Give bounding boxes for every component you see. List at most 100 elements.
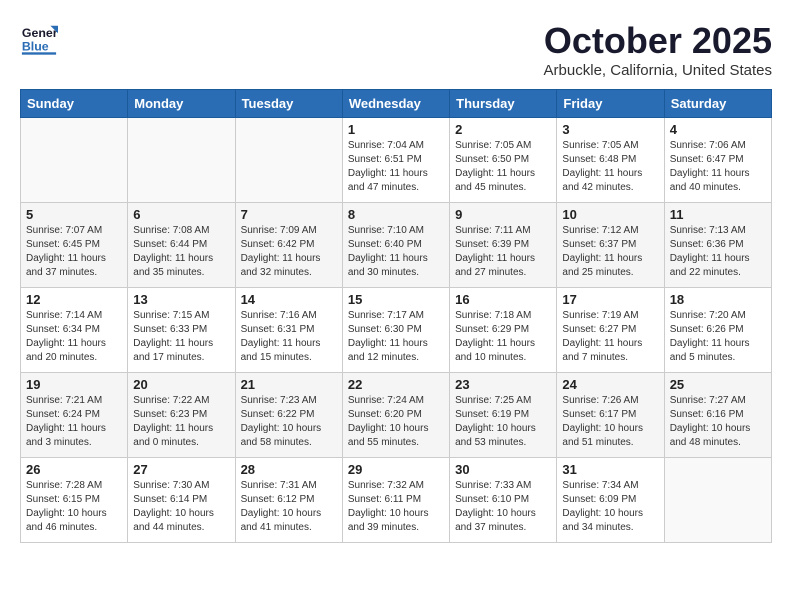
calendar-day-cell: 9 Sunrise: 7:11 AM Sunset: 6:39 PM Daylig… <box>450 203 557 288</box>
day-info: Sunrise: 7:32 AM Sunset: 6:11 PM Dayligh… <box>348 479 444 535</box>
day-info: Sunrise: 7:18 AM Sunset: 6:29 PM Dayligh… <box>455 309 551 365</box>
calendar-day-cell: 30 Sunrise: 7:33 AM Sunset: 6:10 PM Dayli… <box>450 458 557 543</box>
day-info: Sunrise: 7:22 AM Sunset: 6:23 PM Dayligh… <box>133 394 229 450</box>
location: Arbuckle, California, United States <box>544 62 772 79</box>
calendar-day-cell: 4 Sunrise: 7:06 AM Sunset: 6:47 PM Daylig… <box>664 118 771 203</box>
calendar-day-cell: 2Sunrise: 7:05 AM Sunset: 6:50 PM Daylig… <box>450 118 557 203</box>
day-info: Sunrise: 7:28 AM Sunset: 6:15 PM Dayligh… <box>26 479 122 535</box>
day-number: 19 <box>26 377 122 392</box>
calendar-header: General Blue October 2025 Arbuckle, Cali… <box>20 20 772 79</box>
month-title: October 2025 <box>544 20 772 62</box>
weekday-header: Sunday <box>21 90 128 118</box>
day-info: Sunrise: 7:33 AM Sunset: 6:10 PM Dayligh… <box>455 479 551 535</box>
day-number: 30 <box>455 462 551 477</box>
day-info: Sunrise: 7:06 AM Sunset: 6:47 PM Dayligh… <box>670 139 766 195</box>
day-info: Sunrise: 7:09 AM Sunset: 6:42 PM Dayligh… <box>241 224 337 280</box>
day-info: Sunrise: 7:04 AM Sunset: 6:51 PM Dayligh… <box>348 139 444 195</box>
calendar-day-cell: 6 Sunrise: 7:08 AM Sunset: 6:44 PM Daylig… <box>128 203 235 288</box>
day-info: Sunrise: 7:31 AM Sunset: 6:12 PM Dayligh… <box>241 479 337 535</box>
calendar-day-cell: 3Sunrise: 7:05 AM Sunset: 6:48 PM Daylig… <box>557 118 664 203</box>
day-number: 14 <box>241 292 337 307</box>
calendar-day-cell: 28 Sunrise: 7:31 AM Sunset: 6:12 PM Dayli… <box>235 458 342 543</box>
calendar-day-cell: 8 Sunrise: 7:10 AM Sunset: 6:40 PM Daylig… <box>342 203 449 288</box>
calendar-day-cell: 7 Sunrise: 7:09 AM Sunset: 6:42 PM Daylig… <box>235 203 342 288</box>
day-number: 21 <box>241 377 337 392</box>
day-number: 1 <box>348 122 444 137</box>
day-info: Sunrise: 7:07 AM Sunset: 6:45 PM Dayligh… <box>26 224 122 280</box>
day-info: Sunrise: 7:30 AM Sunset: 6:14 PM Dayligh… <box>133 479 229 535</box>
day-info: Sunrise: 7:08 AM Sunset: 6:44 PM Dayligh… <box>133 224 229 280</box>
day-number: 26 <box>26 462 122 477</box>
day-number: 24 <box>562 377 658 392</box>
calendar-day-cell: 11 Sunrise: 7:13 AM Sunset: 6:36 PM Dayli… <box>664 203 771 288</box>
calendar-week-row: 1 Sunrise: 7:04 AM Sunset: 6:51 PM Daylig… <box>21 118 772 203</box>
calendar-day-cell: 24 Sunrise: 7:26 AM Sunset: 6:17 PM Dayli… <box>557 373 664 458</box>
day-number: 2 <box>455 122 551 137</box>
weekday-header: Tuesday <box>235 90 342 118</box>
calendar-week-row: 26 Sunrise: 7:28 AM Sunset: 6:15 PM Dayli… <box>21 458 772 543</box>
day-number: 12 <box>26 292 122 307</box>
day-number: 5 <box>26 207 122 222</box>
day-number: 7 <box>241 207 337 222</box>
day-number: 16 <box>455 292 551 307</box>
day-number: 11 <box>670 207 766 222</box>
calendar-day-cell: 10 Sunrise: 7:12 AM Sunset: 6:37 PM Dayli… <box>557 203 664 288</box>
calendar-day-cell: 1 Sunrise: 7:04 AM Sunset: 6:51 PM Daylig… <box>342 118 449 203</box>
day-info: Sunrise: 7:26 AM Sunset: 6:17 PM Dayligh… <box>562 394 658 450</box>
day-info: Sunrise: 7:13 AM Sunset: 6:36 PM Dayligh… <box>670 224 766 280</box>
calendar-day-cell: 15 Sunrise: 7:17 AM Sunset: 6:30 PM Dayli… <box>342 288 449 373</box>
calendar-header-row: SundayMondayTuesdayWednesdayThursdayFrid… <box>21 90 772 118</box>
calendar-week-row: 19 Sunrise: 7:21 AM Sunset: 6:24 PM Dayli… <box>21 373 772 458</box>
calendar-day-cell <box>664 458 771 543</box>
day-info: Sunrise: 7:15 AM Sunset: 6:33 PM Dayligh… <box>133 309 229 365</box>
calendar-day-cell: 5 Sunrise: 7:07 AM Sunset: 6:45 PM Daylig… <box>21 203 128 288</box>
calendar-day-cell: 18Sunrise: 7:20 AM Sunset: 6:26 PM Dayli… <box>664 288 771 373</box>
weekday-header: Saturday <box>664 90 771 118</box>
day-info: Sunrise: 7:25 AM Sunset: 6:19 PM Dayligh… <box>455 394 551 450</box>
calendar-day-cell <box>21 118 128 203</box>
day-number: 20 <box>133 377 229 392</box>
calendar-day-cell: 21 Sunrise: 7:23 AM Sunset: 6:22 PM Dayli… <box>235 373 342 458</box>
weekday-header: Monday <box>128 90 235 118</box>
day-info: Sunrise: 7:21 AM Sunset: 6:24 PM Dayligh… <box>26 394 122 450</box>
day-number: 8 <box>348 207 444 222</box>
day-info: Sunrise: 7:16 AM Sunset: 6:31 PM Dayligh… <box>241 309 337 365</box>
calendar-day-cell: 20 Sunrise: 7:22 AM Sunset: 6:23 PM Dayli… <box>128 373 235 458</box>
calendar-day-cell: 17 Sunrise: 7:19 AM Sunset: 6:27 PM Dayli… <box>557 288 664 373</box>
calendar-day-cell: 16 Sunrise: 7:18 AM Sunset: 6:29 PM Dayli… <box>450 288 557 373</box>
weekday-header: Friday <box>557 90 664 118</box>
day-number: 10 <box>562 207 658 222</box>
day-info: Sunrise: 7:24 AM Sunset: 6:20 PM Dayligh… <box>348 394 444 450</box>
day-number: 15 <box>348 292 444 307</box>
weekday-header: Thursday <box>450 90 557 118</box>
day-number: 25 <box>670 377 766 392</box>
day-number: 27 <box>133 462 229 477</box>
day-number: 4 <box>670 122 766 137</box>
day-number: 9 <box>455 207 551 222</box>
day-number: 17 <box>562 292 658 307</box>
calendar-week-row: 5 Sunrise: 7:07 AM Sunset: 6:45 PM Daylig… <box>21 203 772 288</box>
day-info: Sunrise: 7:34 AM Sunset: 6:09 PM Dayligh… <box>562 479 658 535</box>
calendar-week-row: 12Sunrise: 7:14 AM Sunset: 6:34 PM Dayli… <box>21 288 772 373</box>
calendar-day-cell: 23Sunrise: 7:25 AM Sunset: 6:19 PM Dayli… <box>450 373 557 458</box>
day-number: 3 <box>562 122 658 137</box>
svg-text:Blue: Blue <box>22 39 49 53</box>
calendar-day-cell: 19 Sunrise: 7:21 AM Sunset: 6:24 PM Dayli… <box>21 373 128 458</box>
day-number: 29 <box>348 462 444 477</box>
day-info: Sunrise: 7:19 AM Sunset: 6:27 PM Dayligh… <box>562 309 658 365</box>
day-number: 13 <box>133 292 229 307</box>
calendar-day-cell: 26 Sunrise: 7:28 AM Sunset: 6:15 PM Dayli… <box>21 458 128 543</box>
day-info: Sunrise: 7:17 AM Sunset: 6:30 PM Dayligh… <box>348 309 444 365</box>
svg-text:General: General <box>22 26 58 40</box>
day-info: Sunrise: 7:12 AM Sunset: 6:37 PM Dayligh… <box>562 224 658 280</box>
day-info: Sunrise: 7:23 AM Sunset: 6:22 PM Dayligh… <box>241 394 337 450</box>
calendar-day-cell: 13 Sunrise: 7:15 AM Sunset: 6:33 PM Dayli… <box>128 288 235 373</box>
logo: General Blue <box>20 20 58 58</box>
logo-icon: General Blue <box>20 20 58 58</box>
day-number: 6 <box>133 207 229 222</box>
day-number: 28 <box>241 462 337 477</box>
day-info: Sunrise: 7:11 AM Sunset: 6:39 PM Dayligh… <box>455 224 551 280</box>
calendar-day-cell: 14 Sunrise: 7:16 AM Sunset: 6:31 PM Dayli… <box>235 288 342 373</box>
day-info: Sunrise: 7:10 AM Sunset: 6:40 PM Dayligh… <box>348 224 444 280</box>
day-number: 31 <box>562 462 658 477</box>
